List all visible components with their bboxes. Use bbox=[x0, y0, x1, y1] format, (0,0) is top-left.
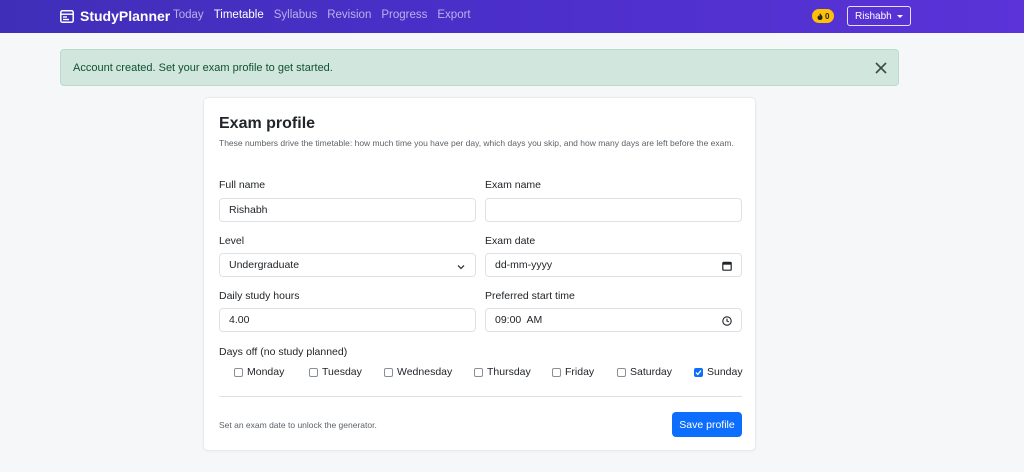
exam-name-input[interactable] bbox=[495, 204, 741, 216]
full-name-field[interactable] bbox=[219, 198, 476, 222]
day-checkbox-wednesday[interactable]: Wednesday bbox=[384, 366, 452, 378]
full-name-label: Full name bbox=[219, 179, 266, 191]
streak-badge: 0 bbox=[812, 9, 835, 23]
chevron-down-icon bbox=[457, 265, 465, 270]
start-time-field[interactable]: 09:00 AM bbox=[485, 308, 742, 332]
day-label: Saturday bbox=[630, 366, 673, 378]
brand[interactable]: StudyPlanner bbox=[60, 8, 170, 24]
day-label: Monday bbox=[247, 366, 285, 378]
close-icon[interactable] bbox=[874, 61, 888, 75]
day-label: Wednesday bbox=[397, 366, 453, 378]
page-title: Exam profile bbox=[219, 115, 316, 132]
save-profile-button[interactable]: Save profile bbox=[672, 412, 742, 437]
form-description: These numbers drive the timetable: how m… bbox=[219, 138, 734, 148]
checkbox[interactable] bbox=[309, 367, 318, 377]
checkbox[interactable] bbox=[384, 367, 393, 377]
top-navbar: StudyPlanner Today Timetable Syllabus Re… bbox=[0, 0, 1024, 33]
exam-profile-card: Exam profile These numbers drive the tim… bbox=[203, 97, 756, 451]
nav-link-timetable[interactable]: Timetable bbox=[214, 9, 264, 21]
streak-count: 0 bbox=[825, 11, 830, 21]
day-checkbox-sunday[interactable]: Sunday bbox=[694, 366, 743, 378]
start-time-value: 09:00 AM bbox=[495, 314, 543, 326]
day-label: Friday bbox=[565, 366, 595, 378]
exam-date-label: Exam date bbox=[485, 235, 536, 247]
checkbox[interactable] bbox=[234, 367, 243, 377]
checkbox[interactable] bbox=[474, 367, 483, 377]
exam-name-label: Exam name bbox=[485, 179, 542, 191]
user-menu-button[interactable]: Rishabh bbox=[847, 6, 911, 26]
day-checkbox-friday[interactable]: Friday bbox=[552, 366, 594, 378]
level-selected-value: Undergraduate bbox=[229, 259, 300, 271]
day-checkbox-monday[interactable]: Monday bbox=[234, 366, 284, 378]
exam-date-placeholder: dd-mm-yyyy bbox=[495, 259, 553, 271]
day-checkbox-tuesday[interactable]: Tuesday bbox=[309, 366, 362, 378]
daily-hours-label: Daily study hours bbox=[219, 290, 300, 302]
checkbox[interactable] bbox=[552, 367, 561, 377]
day-checkbox-saturday[interactable]: Saturday bbox=[617, 366, 672, 378]
checkbox-checked[interactable] bbox=[694, 367, 703, 377]
clock-icon[interactable] bbox=[722, 316, 732, 326]
nav-link-progress[interactable]: Progress bbox=[381, 9, 427, 21]
nav-link-syllabus[interactable]: Syllabus bbox=[274, 9, 317, 21]
calendar-icon bbox=[60, 9, 74, 23]
nav-link-export[interactable]: Export bbox=[437, 9, 470, 21]
daily-hours-input[interactable] bbox=[229, 314, 475, 326]
full-name-input[interactable] bbox=[229, 204, 475, 216]
day-label: Sunday bbox=[707, 366, 743, 378]
divider bbox=[219, 396, 742, 397]
check-icon bbox=[695, 369, 702, 375]
days-off-label: Days off (no study planned) bbox=[219, 346, 348, 358]
alert-message: Account created. Set your exam profile t… bbox=[73, 61, 333, 74]
daily-hours-field[interactable] bbox=[219, 308, 476, 332]
caret-down-icon bbox=[896, 14, 903, 18]
brand-name: StudyPlanner bbox=[80, 8, 171, 24]
user-name: Rishabh bbox=[855, 10, 892, 22]
checkbox[interactable] bbox=[617, 367, 626, 377]
day-label: Tuesday bbox=[322, 366, 362, 378]
fire-icon bbox=[817, 12, 823, 20]
calendar-picker-icon[interactable] bbox=[722, 261, 732, 271]
day-label: Thursday bbox=[487, 366, 531, 378]
days-off-group: Monday Tuesday Wednesday Thursday Friday… bbox=[234, 366, 744, 380]
day-checkbox-thursday[interactable]: Thursday bbox=[474, 366, 531, 378]
exam-name-field[interactable] bbox=[485, 198, 742, 222]
nav-link-today[interactable]: Today bbox=[173, 9, 204, 21]
success-alert: Account created. Set your exam profile t… bbox=[60, 49, 899, 86]
exam-date-field[interactable]: dd-mm-yyyy bbox=[485, 253, 742, 277]
nav-links: Today Timetable Syllabus Revision Progre… bbox=[173, 9, 481, 21]
level-select[interactable]: Undergraduate bbox=[219, 253, 476, 277]
generator-hint: Set an exam date to unlock the generator… bbox=[219, 420, 377, 430]
nav-link-revision[interactable]: Revision bbox=[327, 9, 371, 21]
level-label: Level bbox=[219, 235, 245, 247]
start-time-label: Preferred start time bbox=[485, 290, 575, 302]
